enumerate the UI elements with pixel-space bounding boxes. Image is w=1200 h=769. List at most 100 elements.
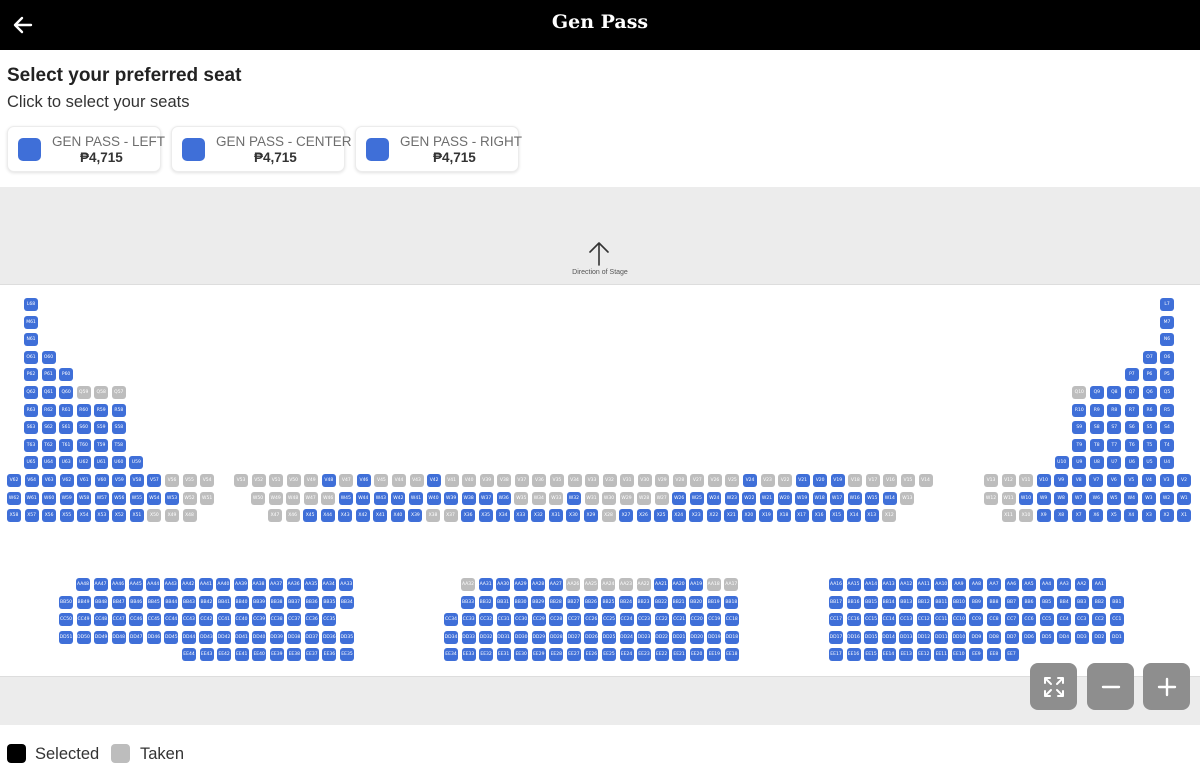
seat-aa20[interactable]: AA20 <box>671 578 686 591</box>
seat-bb6[interactable]: BB6 <box>1022 595 1036 609</box>
seat-aa1[interactable]: AA1 <box>1092 578 1107 591</box>
seat-q8[interactable]: Q8 <box>1107 386 1122 399</box>
seat-r5[interactable]: R5 <box>1160 403 1174 417</box>
seat-v63[interactable]: V63 <box>42 474 57 487</box>
seat-cc42[interactable]: CC42 <box>199 613 214 627</box>
seat-x29[interactable]: X29 <box>583 509 598 523</box>
seat-x26[interactable]: X26 <box>636 509 651 523</box>
seat-cc20[interactable]: CC20 <box>689 613 704 627</box>
seat-aa44[interactable]: AA44 <box>146 578 161 591</box>
seat-v4[interactable]: V4 <box>1141 474 1156 487</box>
seat-m7[interactable]: M7 <box>1160 315 1174 329</box>
seat-t8[interactable]: T8 <box>1089 438 1104 452</box>
seat-x20[interactable]: X20 <box>741 509 756 523</box>
seat-ee29[interactable]: EE29 <box>531 648 546 662</box>
seat-q5[interactable]: Q5 <box>1160 386 1174 399</box>
seat-p5[interactable]: P5 <box>1160 368 1174 382</box>
seat-r10[interactable]: R10 <box>1072 403 1087 417</box>
seat-t60[interactable]: T60 <box>76 438 91 452</box>
seat-bb43[interactable]: BB43 <box>181 595 196 609</box>
seat-dd15[interactable]: DD15 <box>864 630 879 644</box>
seat-s61[interactable]: S61 <box>59 421 74 435</box>
seat-w62[interactable]: W62 <box>7 491 21 505</box>
seat-ee17[interactable]: EE17 <box>829 648 843 662</box>
seat-v48[interactable]: V48 <box>321 474 336 487</box>
seat-aa15[interactable]: AA15 <box>846 578 861 591</box>
seat-ee18[interactable]: EE18 <box>724 648 739 662</box>
seat-bb1[interactable]: BB1 <box>1109 595 1124 609</box>
seat-dd50[interactable]: DD50 <box>76 630 91 644</box>
seat-v60[interactable]: V60 <box>94 474 109 487</box>
ticket-card-left[interactable]: GEN PASS - LEFT ₱4,715 <box>7 126 165 172</box>
seat-dd47[interactable]: DD47 <box>129 630 144 644</box>
seat-x19[interactable]: X19 <box>759 509 774 523</box>
seat-v42[interactable]: V42 <box>427 474 442 487</box>
seat-w61[interactable]: W61 <box>24 491 39 505</box>
seat-aa12[interactable]: AA12 <box>899 578 914 591</box>
seat-cc1[interactable]: CC1 <box>1109 613 1124 627</box>
seat-t62[interactable]: T62 <box>41 438 56 452</box>
seat-cc25[interactable]: CC25 <box>602 613 616 627</box>
seat-w20[interactable]: W20 <box>777 491 792 505</box>
seat-v19[interactable]: V19 <box>830 474 845 487</box>
seat-w36[interactable]: W36 <box>496 491 511 505</box>
seat-aa10[interactable]: AA10 <box>934 578 949 591</box>
seat-dd16[interactable]: DD16 <box>846 630 861 644</box>
seat-cc43[interactable]: CC43 <box>181 613 196 627</box>
seat-x30[interactable]: X30 <box>566 509 581 523</box>
seat-dd9[interactable]: DD9 <box>969 630 984 644</box>
seat-v24[interactable]: V24 <box>743 474 757 487</box>
seat-dd24[interactable]: DD24 <box>619 630 634 644</box>
back-button[interactable] <box>4 6 42 44</box>
seat-dd27[interactable]: DD27 <box>566 630 581 644</box>
seat-bb47[interactable]: BB47 <box>111 595 126 609</box>
seat-t59[interactable]: T59 <box>94 438 109 452</box>
seat-cc3[interactable]: CC3 <box>1074 613 1089 627</box>
seat-bb38[interactable]: BB38 <box>269 595 284 609</box>
seat-bb31[interactable]: BB31 <box>496 595 511 609</box>
seat-u64[interactable]: U64 <box>41 456 56 470</box>
seat-x31[interactable]: X31 <box>548 509 563 523</box>
seat-aa27[interactable]: AA27 <box>548 578 563 591</box>
seat-x34[interactable]: X34 <box>496 509 511 523</box>
seat-aa29[interactable]: AA29 <box>513 578 528 591</box>
seat-dd49[interactable]: DD49 <box>94 630 109 644</box>
seat-bb25[interactable]: BB25 <box>601 595 616 609</box>
seat-bb16[interactable]: BB16 <box>846 595 861 609</box>
seat-ee8[interactable]: EE8 <box>987 648 1001 662</box>
seat-aa47[interactable]: AA47 <box>93 578 108 591</box>
seat-cc46[interactable]: CC46 <box>129 613 144 627</box>
seat-r63[interactable]: R63 <box>24 403 38 417</box>
seat-ee40[interactable]: EE40 <box>252 648 267 662</box>
seat-cc41[interactable]: CC41 <box>217 613 231 627</box>
seat-ee25[interactable]: EE25 <box>602 648 616 662</box>
seat-x2[interactable]: X2 <box>1159 509 1174 523</box>
seat-dd1[interactable]: DD1 <box>1109 630 1124 644</box>
seat-w44[interactable]: W44 <box>356 491 371 505</box>
seat-t5[interactable]: T5 <box>1142 438 1157 452</box>
seat-bb10[interactable]: BB10 <box>951 595 966 609</box>
seat-dd43[interactable]: DD43 <box>199 630 214 644</box>
seat-cc45[interactable]: CC45 <box>146 613 161 627</box>
seat-q7[interactable]: Q7 <box>1124 386 1139 399</box>
seat-dd40[interactable]: DD40 <box>252 630 267 644</box>
seat-x9[interactable]: X9 <box>1036 509 1051 523</box>
seat-dd33[interactable]: DD33 <box>461 630 476 644</box>
seat-ee7[interactable]: EE7 <box>1004 648 1019 662</box>
seat-x7[interactable]: X7 <box>1071 509 1086 523</box>
seat-dd26[interactable]: DD26 <box>584 630 599 644</box>
seat-s60[interactable]: S60 <box>76 421 91 435</box>
seat-dd29[interactable]: DD29 <box>531 630 546 644</box>
seat-aa45[interactable]: AA45 <box>128 578 143 591</box>
seat-cc27[interactable]: CC27 <box>566 613 581 627</box>
seat-cc8[interactable]: CC8 <box>987 613 1001 627</box>
seat-aa46[interactable]: AA46 <box>111 578 126 591</box>
seat-aa30[interactable]: AA30 <box>496 578 511 591</box>
seat-dd14[interactable]: DD14 <box>881 630 896 644</box>
seat-cc49[interactable]: CC49 <box>76 613 91 627</box>
seat-bb5[interactable]: BB5 <box>1039 595 1054 609</box>
seat-w60[interactable]: W60 <box>42 491 57 505</box>
seat-cc6[interactable]: CC6 <box>1022 613 1036 627</box>
seat-bb20[interactable]: BB20 <box>689 595 704 609</box>
seat-dd44[interactable]: DD44 <box>181 630 196 644</box>
